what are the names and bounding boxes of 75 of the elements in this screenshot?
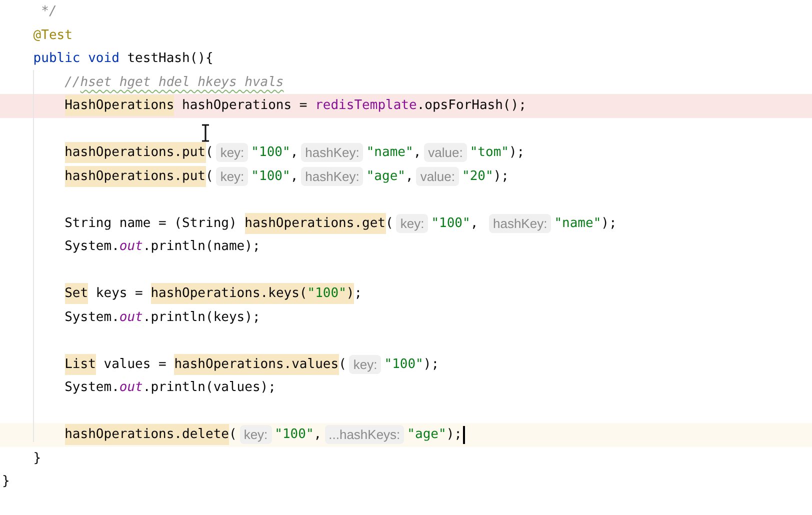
code-text: "100"	[251, 168, 290, 186]
code-text: (	[228, 426, 237, 444]
code-text: (	[206, 144, 214, 162]
code-text: out	[119, 238, 143, 256]
usage-highlight: hashOperations.put	[64, 142, 206, 164]
parameter-hint: key:	[240, 425, 272, 444]
code-text: String name = (String)	[64, 214, 238, 233]
usage-highlight: List	[64, 354, 96, 375]
code-text: hashOperations =	[181, 97, 308, 116]
usage-highlight: HashOperations	[64, 95, 174, 116]
code-text: redisTemplate	[315, 97, 417, 116]
text-cursor-icon	[201, 124, 210, 142]
code-text: values =	[102, 356, 168, 374]
usage-highlight: )	[346, 283, 354, 304]
code-text: //	[64, 74, 80, 92]
code-text: "20"	[462, 168, 494, 186]
code-text: .println(keys);	[142, 308, 260, 327]
code-text: .println(name);	[142, 238, 260, 256]
text-caret	[462, 426, 465, 444]
code-text: );	[493, 168, 509, 186]
code-text: (	[206, 168, 214, 186]
code-text: "name"	[554, 214, 602, 233]
code-text: testHash(){	[126, 50, 214, 68]
usage-highlight: hashOperations.put	[64, 166, 206, 187]
code-text: "100"	[251, 144, 290, 162]
usage-highlight: "100"	[307, 283, 346, 304]
parameter-hint: hashKey:	[301, 166, 364, 186]
code-text: keys =	[94, 285, 144, 304]
code-text: .println(values);	[142, 379, 276, 398]
code-text: */	[40, 3, 57, 22]
code-text: "tom"	[470, 144, 509, 162]
code-text: "age"	[366, 168, 406, 186]
code-text: ;	[354, 285, 362, 304]
code-text: ,	[405, 168, 414, 186]
usage-highlight: Set	[64, 283, 88, 304]
code-text: public void	[33, 50, 120, 68]
code-text: out	[119, 379, 143, 398]
parameter-hint: key:	[216, 143, 248, 162]
code-text: );	[601, 214, 617, 233]
parameter-hint: key:	[349, 354, 382, 374]
code-text: );	[446, 426, 462, 444]
parameter-hint: key:	[216, 166, 248, 186]
code-text: "100"	[384, 356, 424, 374]
code-text: .opsForHash();	[416, 97, 526, 116]
code-text: System.	[64, 308, 120, 327]
code-text: (	[338, 356, 346, 374]
usage-highlight: hashOperations.delete	[64, 424, 229, 446]
code-text: "age"	[407, 426, 446, 444]
parameter-hint: ...hashKeys:	[324, 425, 404, 444]
code-text: ,	[470, 214, 480, 233]
code-text: ,	[290, 168, 298, 186]
parameter-hint: value:	[424, 143, 467, 162]
parameter-hint: key:	[396, 214, 428, 233]
parameter-hint: hashKey:	[301, 143, 364, 162]
code-text: "name"	[366, 144, 414, 162]
code-text: }	[2, 473, 10, 492]
code-text: System.	[64, 238, 120, 256]
code-text: "100"	[431, 214, 470, 233]
code-text: }	[33, 450, 42, 468]
usage-highlight: hashOperations.get	[244, 212, 386, 234]
code-text: ,	[314, 426, 322, 444]
code-text: ,	[290, 144, 298, 162]
code-text: hset hget hdel hkeys hvals	[80, 74, 284, 92]
code-text: );	[508, 144, 525, 162]
code-text: "100"	[274, 426, 314, 444]
code-text: System.	[64, 379, 120, 398]
code-text: out	[119, 308, 143, 327]
code-text: );	[423, 356, 440, 374]
code-text: @Test	[33, 26, 72, 45]
code-text: ,	[413, 144, 422, 162]
code-text: (	[386, 214, 394, 233]
parameter-hint: value:	[416, 166, 460, 186]
usage-highlight: hashOperations.keys(	[150, 283, 308, 304]
usage-highlight: hashOperations.values	[174, 354, 339, 375]
parameter-hint: hashKey:	[488, 214, 552, 233]
